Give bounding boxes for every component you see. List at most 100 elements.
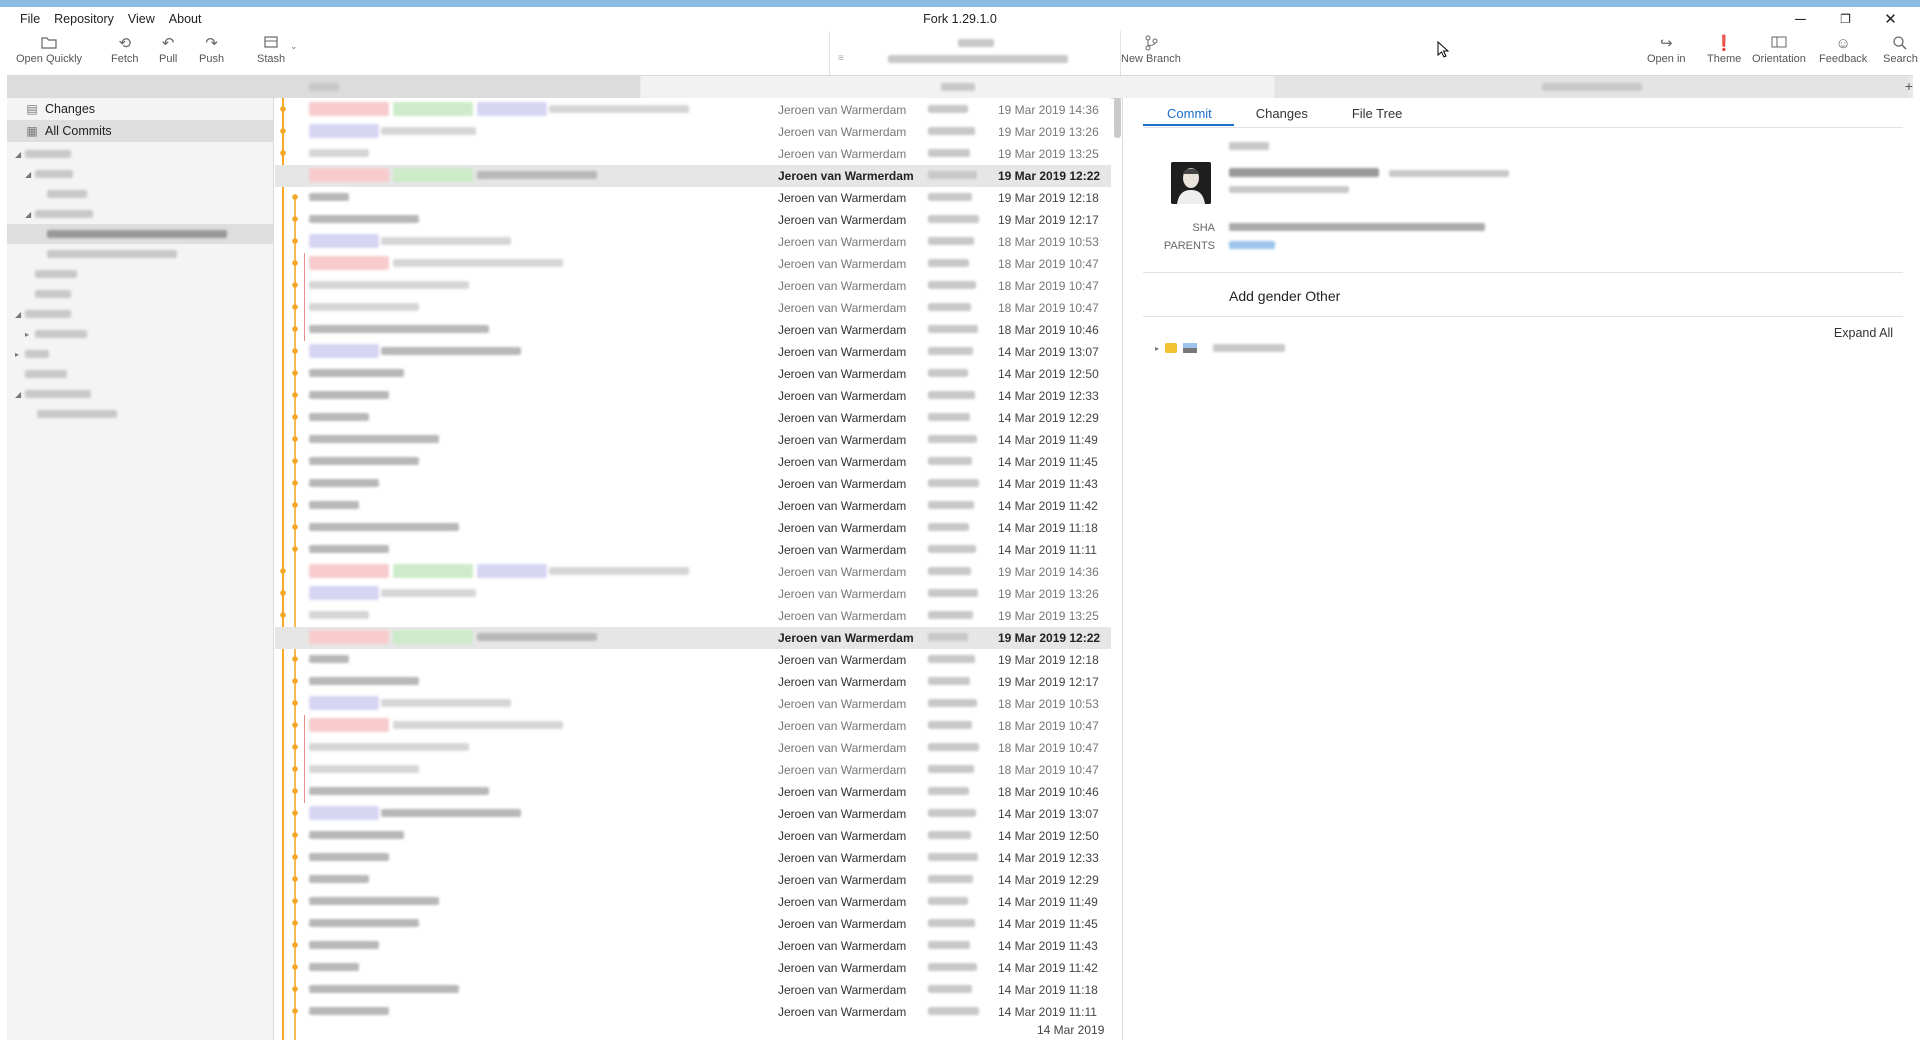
ref-label[interactable] <box>393 102 473 116</box>
commit-row[interactable]: Jeroen van Warmerdam 18 Mar 2019 10:53 <box>275 693 1111 715</box>
stash-button[interactable]: Stash <box>257 35 285 65</box>
tree-node[interactable] <box>7 404 273 424</box>
ref-label[interactable] <box>309 234 379 248</box>
commit-row[interactable]: Jeroen van Warmerdam 14 Mar 2019 11:42 <box>275 957 1111 979</box>
tree-node[interactable] <box>7 244 273 264</box>
commit-row[interactable]: Jeroen van Warmerdam 14 Mar 2019 11:11 <box>275 1001 1111 1023</box>
ref-label[interactable] <box>309 256 389 270</box>
ref-label[interactable] <box>309 564 389 578</box>
feedback-button[interactable]: ☺ Feedback <box>1819 35 1867 65</box>
commit-row[interactable]: Jeroen van Warmerdam 19 Mar 2019 12:18 <box>275 187 1111 209</box>
commit-row[interactable]: Jeroen van Warmerdam 14 Mar 2019 11:42 <box>275 495 1111 517</box>
tree-stashes[interactable] <box>7 364 273 384</box>
tree-branches[interactable]: ◢ <box>7 144 273 164</box>
commit-row[interactable]: Jeroen van Warmerdam 18 Mar 2019 10:46 <box>275 319 1111 341</box>
commit-row[interactable]: Jeroen van Warmerdam 18 Mar 2019 10:47 <box>275 715 1111 737</box>
tree-node[interactable]: ◢ <box>7 204 273 224</box>
fetch-button[interactable]: ⟲ Fetch <box>111 35 139 65</box>
minimize-button[interactable]: ─ <box>1778 7 1823 31</box>
tree-submodules[interactable]: ◢ <box>7 384 273 404</box>
commit-row[interactable]: Jeroen van Warmerdam 19 Mar 2019 13:25 <box>275 605 1111 627</box>
commit-row[interactable]: Jeroen van Warmerdam 14 Mar 2019 11:49 <box>275 429 1111 451</box>
commit-row[interactable]: Jeroen van Warmerdam 19 Mar 2019 13:26 <box>275 583 1111 605</box>
ref-label[interactable] <box>309 586 379 600</box>
commit-row[interactable]: Jeroen van Warmerdam 19 Mar 2019 14:36 <box>275 99 1111 121</box>
ref-label[interactable] <box>477 564 547 578</box>
ref-label[interactable] <box>309 344 379 358</box>
tree-node[interactable] <box>7 184 273 204</box>
tree-remotes[interactable]: ◢ <box>7 304 273 324</box>
commit-row[interactable]: Jeroen van Warmerdam 19 Mar 2019 12:17 <box>275 209 1111 231</box>
commit-row[interactable]: Jeroen van Warmerdam 18 Mar 2019 10:47 <box>275 275 1111 297</box>
tree-node[interactable]: ▸ <box>7 324 273 344</box>
commit-row[interactable]: Jeroen van Warmerdam 19 Mar 2019 14:36 <box>275 561 1111 583</box>
commit-row[interactable]: Jeroen van Warmerdam 19 Mar 2019 13:25 <box>275 143 1111 165</box>
commit-row[interactable]: Jeroen van Warmerdam 18 Mar 2019 10:47 <box>275 759 1111 781</box>
search-button[interactable]: Search <box>1883 35 1918 65</box>
expand-all-button[interactable]: Expand All <box>1834 326 1893 340</box>
commit-row[interactable]: Jeroen van Warmerdam 18 Mar 2019 10:53 <box>275 231 1111 253</box>
stash-dropdown-icon[interactable]: ⌄ <box>290 41 298 52</box>
ref-label[interactable] <box>309 124 379 138</box>
new-branch-button[interactable]: New Branch <box>1121 35 1181 65</box>
commit-list[interactable]: Jeroen van Warmerdam 19 Mar 2019 14:36 Jer… <box>275 98 1111 1040</box>
commit-row[interactable]: Jeroen van Warmerdam 14 Mar 2019 12:33 <box>275 385 1111 407</box>
repo-tab-1[interactable] <box>7 76 640 98</box>
sidebar-item-changes[interactable]: ▤ Changes <box>7 98 273 120</box>
commit-row[interactable]: Jeroen van Warmerdam 14 Mar 2019 12:50 <box>275 825 1111 847</box>
commit-row[interactable]: Jeroen van Warmerdam 14 Mar 2019 11:45 <box>275 913 1111 935</box>
sidebar-item-all-commits[interactable]: ▦ All Commits <box>7 120 273 142</box>
expand-triangle-icon[interactable]: ▸ <box>1155 344 1159 353</box>
repo-tab-3[interactable] <box>1275 76 1908 98</box>
pull-button[interactable]: ↶ Pull <box>159 35 177 65</box>
ref-label[interactable] <box>393 630 473 644</box>
changed-file-row[interactable]: ▸ <box>1155 343 1286 353</box>
theme-button[interactable]: ❗ Theme <box>1707 35 1741 65</box>
commit-row[interactable]: Jeroen van Warmerdam 19 Mar 2019 12:17 <box>275 671 1111 693</box>
commit-row[interactable]: Jeroen van Warmerdam 14 Mar 2019 11:11 <box>275 539 1111 561</box>
orientation-button[interactable]: Orientation <box>1752 35 1806 65</box>
ref-label[interactable] <box>393 564 473 578</box>
tab-changes[interactable]: Changes <box>1234 98 1330 126</box>
commit-row[interactable]: Jeroen van Warmerdam 18 Mar 2019 10:47 <box>275 737 1111 759</box>
commit-row[interactable]: Jeroen van Warmerdam 14 Mar 2019 12:50 <box>275 363 1111 385</box>
open-quickly-button[interactable]: Open Quickly <box>16 35 82 65</box>
commit-row[interactable]: Jeroen van Warmerdam 19 Mar 2019 13:26 <box>275 121 1111 143</box>
commit-row[interactable]: Jeroen van Warmerdam 19 Mar 2019 12:18 <box>275 649 1111 671</box>
commit-row[interactable]: Jeroen van Warmerdam 14 Mar 2019 11:18 <box>275 979 1111 1001</box>
commit-row[interactable]: Jeroen van Warmerdam 14 Mar 2019 13:07 <box>275 803 1111 825</box>
tree-node[interactable] <box>7 264 273 284</box>
parent-sha-link[interactable] <box>1229 241 1275 249</box>
tab-file-tree[interactable]: File Tree <box>1330 98 1425 126</box>
commit-row[interactable]: Jeroen van Warmerdam 14 Mar 2019 11:45 <box>275 451 1111 473</box>
menu-file[interactable]: File <box>13 12 47 26</box>
ref-label[interactable] <box>309 102 389 116</box>
commit-row[interactable]: Jeroen van Warmerdam 18 Mar 2019 10:46 <box>275 781 1111 803</box>
ref-label[interactable] <box>309 806 379 820</box>
tree-node-selected[interactable] <box>7 224 273 244</box>
tree-node[interactable] <box>7 284 273 304</box>
commit-row[interactable]: Jeroen van Warmerdam 14 Mar 2019 11:43 <box>275 473 1111 495</box>
commit-row[interactable]: Jeroen van Warmerdam 14 Mar 2019 13:07 <box>275 341 1111 363</box>
open-in-button[interactable]: ↪ Open in <box>1647 35 1686 65</box>
ref-label[interactable] <box>309 630 389 644</box>
commit-row[interactable]: Jeroen van Warmerdam 14 Mar 2019 11:43 <box>275 935 1111 957</box>
commit-row[interactable]: Jeroen van Warmerdam 19 Mar 2019 12:22 <box>275 627 1111 649</box>
commit-row[interactable]: Jeroen van Warmerdam 14 Mar 2019 11:18 <box>275 517 1111 539</box>
commit-row[interactable]: Jeroen van Warmerdam 14 Mar 2019 11:49 <box>275 891 1111 913</box>
commit-row[interactable]: Jeroen van Warmerdam 18 Mar 2019 10:47 <box>275 253 1111 275</box>
menu-about[interactable]: About <box>162 12 209 26</box>
commit-list-scrollbar[interactable] <box>1114 98 1121 138</box>
menu-repository[interactable]: Repository <box>47 12 121 26</box>
tree-tags[interactable]: ▸ <box>7 344 273 364</box>
push-button[interactable]: ↷ Push <box>199 35 224 65</box>
ref-label[interactable] <box>309 718 389 732</box>
commit-row[interactable]: Jeroen van Warmerdam 19 Mar 2019 12:22 <box>275 165 1111 187</box>
tab-commit[interactable]: Commit <box>1143 98 1234 126</box>
close-button[interactable]: ✕ <box>1868 7 1913 31</box>
add-tab-icon[interactable]: + <box>1905 78 1913 94</box>
commit-row[interactable]: Jeroen van Warmerdam 14 Mar 2019 12:29 <box>275 869 1111 891</box>
commit-row[interactable]: Jeroen van Warmerdam 18 Mar 2019 10:47 <box>275 297 1111 319</box>
ref-label[interactable] <box>393 168 473 182</box>
restore-button[interactable]: ❐ <box>1823 7 1868 31</box>
